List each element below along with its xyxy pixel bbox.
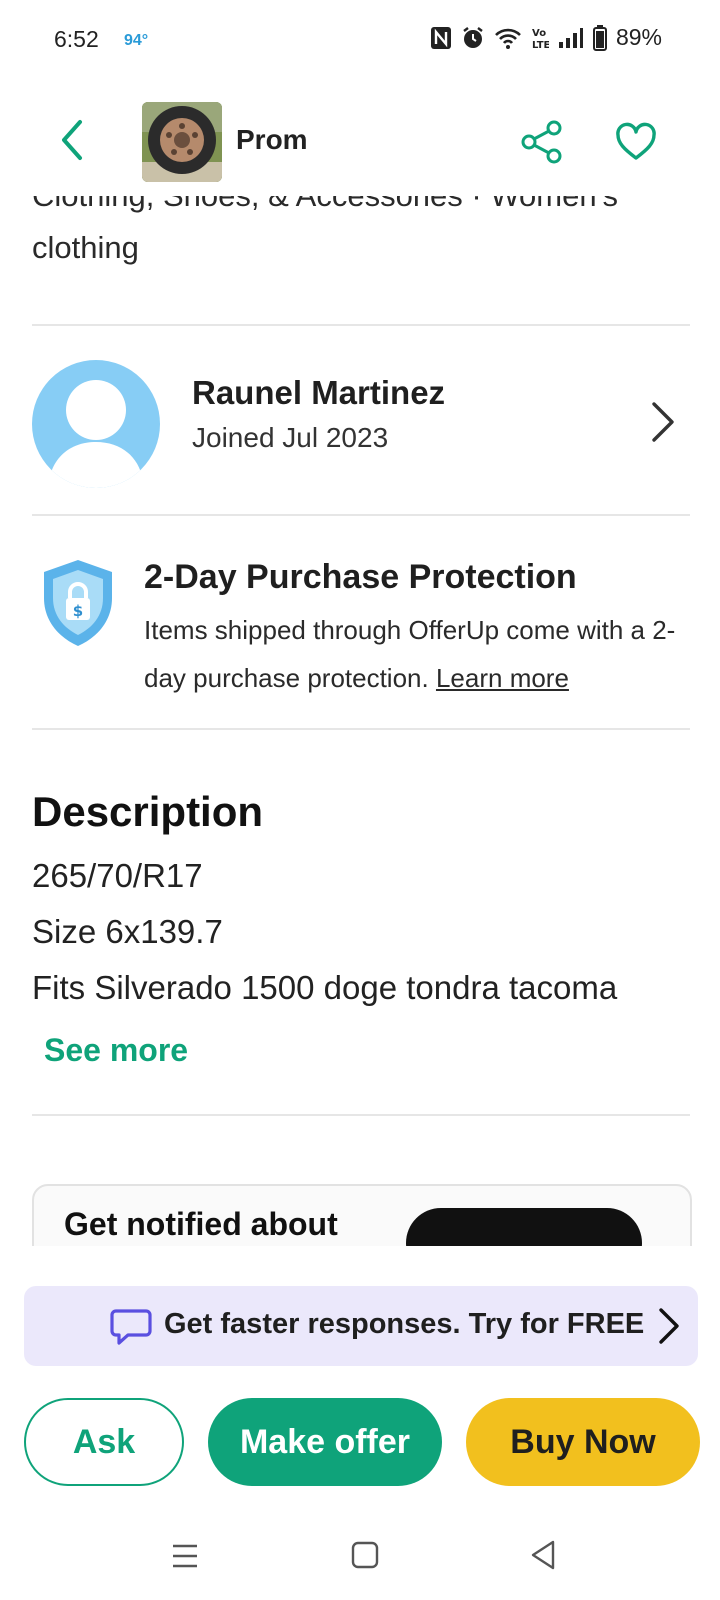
svg-text:LTE: LTE [532, 40, 549, 50]
notify-button[interactable] [406, 1208, 642, 1246]
wifi-icon [495, 28, 521, 49]
share-button[interactable] [520, 120, 564, 164]
user-placeholder-icon [48, 380, 144, 488]
battery-percent: 89% [615, 24, 662, 50]
home-icon[interactable] [350, 1540, 380, 1570]
buy-now-button[interactable]: Buy Now [466, 1398, 700, 1486]
divider [32, 728, 690, 730]
chevron-right-icon [659, 1308, 679, 1344]
promo-text: Get faster responses. Try for FREE [164, 1308, 645, 1340]
shield-lock-icon: $ [44, 560, 112, 646]
tire-wheel-image [142, 102, 222, 182]
chevron-right-icon [652, 402, 674, 442]
seller-name: Raunel Martinez [192, 374, 446, 411]
description-title: Description [32, 788, 264, 835]
svg-text:Vo: Vo [532, 28, 546, 39]
ask-button[interactable]: Ask [24, 1398, 184, 1486]
divider [32, 1114, 690, 1116]
description-line: Fits Silverado 1500 doge tondra tacoma [32, 969, 618, 1006]
listing-header: Prom [0, 84, 720, 196]
category-path: Clothing, Shoes, & Accessories · Women's… [32, 196, 618, 265]
see-more-link[interactable]: See more [44, 1032, 188, 1069]
status-icons: Vo LTE 89% [430, 24, 662, 51]
back-button[interactable] [50, 114, 94, 166]
status-time: 6:52 [54, 26, 99, 52]
description-line: Size 6x139.7 [32, 913, 223, 950]
recent-apps-icon[interactable] [170, 1540, 200, 1572]
status-bar: 6:52 94° Vo LTE 89% [0, 0, 720, 84]
learn-more-link[interactable]: Learn more [436, 663, 569, 693]
purchase-protection: $ 2-Day Purchase Protection Items shippe… [0, 548, 720, 728]
system-nav-bar [0, 1520, 720, 1600]
divider [32, 324, 690, 326]
nfc-icon [430, 26, 451, 49]
svg-text:$: $ [73, 602, 83, 620]
listing-thumbnail[interactable] [142, 102, 222, 182]
faster-responses-banner[interactable]: Get faster responses. Try for FREE [24, 1286, 698, 1366]
notify-card: Get notified about [32, 1184, 692, 1246]
seller-row[interactable]: Raunel Martinez Joined Jul 2023 [0, 356, 720, 488]
protection-title: 2-Day Purchase Protection [144, 558, 577, 596]
chat-bubble-icon [110, 1309, 152, 1345]
signal-icon [558, 27, 583, 48]
volte-icon: VoLTE [532, 28, 549, 50]
heart-icon [616, 122, 656, 160]
divider [32, 514, 690, 516]
back-triangle-icon[interactable] [528, 1538, 558, 1572]
status-temperature: 94° [124, 32, 149, 49]
chevron-left-icon [62, 120, 82, 160]
description-line: 265/70/R17 [32, 857, 203, 894]
share-icon [521, 120, 562, 164]
protection-body: Items shipped through OfferUp come with … [144, 606, 704, 702]
header-title: Prom [236, 124, 308, 155]
favorite-button[interactable] [614, 120, 658, 164]
seller-avatar [32, 360, 160, 488]
protection-text: Items shipped through OfferUp come with … [144, 615, 676, 693]
listing-content[interactable]: Clothing, Shoes, & Accessories · Women's… [0, 196, 720, 1246]
alarm-icon [463, 26, 483, 48]
seller-joined-date: Joined Jul 2023 [192, 422, 389, 453]
battery-icon [592, 24, 607, 51]
description-text: 265/70/R17 Size 6x139.7 Fits Silverado 1… [32, 848, 712, 1016]
notify-text: Get notified about [64, 1206, 338, 1242]
make-offer-button[interactable]: Make offer [208, 1398, 442, 1486]
